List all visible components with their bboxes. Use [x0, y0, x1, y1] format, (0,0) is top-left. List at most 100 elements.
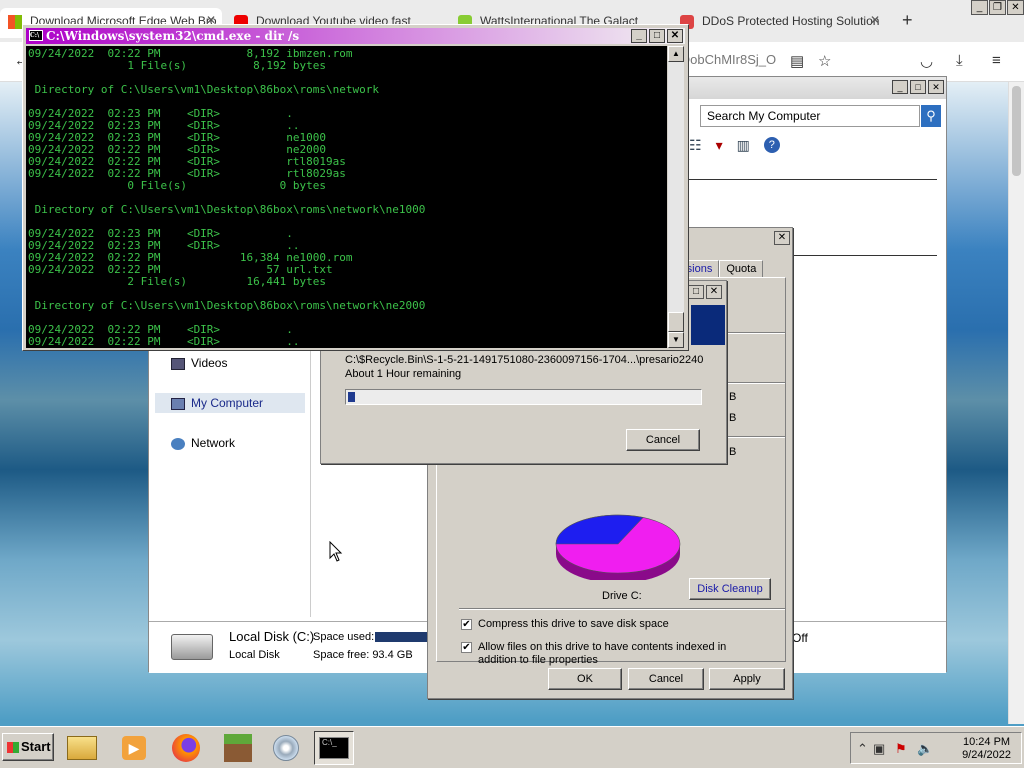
navigation-pane: Videos My Computer Network: [149, 347, 311, 617]
capacity-value: B: [729, 446, 737, 458]
url-field[interactable]: QobChMIr8Sj_O: [680, 52, 780, 67]
action-center-icon[interactable]: ⚑: [895, 741, 907, 757]
tab-label: DDoS Protected Hosting Solution: [702, 14, 880, 28]
taskbar-media-player[interactable]: ▶: [114, 731, 154, 765]
drive-label: Drive C:: [602, 590, 642, 602]
cmd-title: C:\Windows\system32\cmd.exe - dir /s: [46, 29, 300, 43]
network-icon[interactable]: ▣: [873, 741, 885, 757]
nav-item-my-computer[interactable]: My Computer: [155, 393, 305, 413]
divider: [687, 179, 937, 180]
cmd-console[interactable]: 09/24/2022 02:22 PM 8,192 ibmzen.rom 1 F…: [26, 46, 667, 348]
close-icon[interactable]: ✕: [870, 13, 880, 27]
minimize-icon[interactable]: _: [631, 29, 647, 43]
volume-icon[interactable]: 🔈: [917, 741, 933, 757]
clock[interactable]: 10:24 PM 9/24/2022: [962, 736, 1011, 762]
compress-label: Compress this drive to save disk space: [478, 618, 669, 630]
drive-type: Local Disk: [229, 649, 280, 661]
chevron-up-icon[interactable]: ⌃: [857, 741, 868, 757]
disk-cleanup-button[interactable]: Disk Cleanup: [689, 578, 771, 600]
start-label: Start: [21, 739, 51, 754]
videos-icon: [171, 357, 185, 370]
close-icon[interactable]: ✕: [774, 231, 790, 245]
close-icon[interactable]: ✕: [706, 285, 722, 299]
view-options-icon[interactable]: ☷: [689, 137, 702, 159]
windows-logo-icon: [8, 15, 22, 29]
scrollbar-thumb[interactable]: [668, 312, 684, 332]
taskbar-minecraft[interactable]: [218, 731, 258, 765]
cancel-copy-button[interactable]: Cancel: [626, 429, 700, 451]
close-icon[interactable]: ✕: [928, 80, 944, 94]
nav-item-network[interactable]: Network: [171, 436, 235, 450]
minimize-icon[interactable]: _: [892, 80, 908, 94]
cancel-button[interactable]: Cancel: [628, 668, 704, 690]
used-space-value: B: [729, 391, 737, 403]
details-value: Off: [792, 631, 808, 645]
checkmark-icon[interactable]: ✔: [461, 642, 472, 653]
cd-setup-icon: [273, 735, 299, 761]
maximize-icon[interactable]: ❐: [989, 0, 1006, 15]
maximize-icon[interactable]: □: [649, 29, 665, 43]
disk-usage-pie: [555, 514, 681, 580]
computer-icon: [171, 397, 185, 410]
taskbar-setup[interactable]: [266, 731, 306, 765]
maximize-icon[interactable]: □: [688, 285, 704, 299]
pocket-icon[interactable]: ◡: [920, 52, 933, 70]
download-icon[interactable]: ⤓: [956, 52, 963, 69]
clock-time: 10:24 PM: [962, 736, 1011, 748]
free-space-value: B: [729, 412, 737, 424]
scrollbar-thumb[interactable]: [1012, 86, 1021, 176]
windows-logo-icon: [7, 742, 19, 753]
taskbar-cmd[interactable]: C:\_: [314, 731, 354, 765]
start-button[interactable]: Start: [2, 733, 54, 761]
copy-path: C:\$Recycle.Bin\S-1-5-21-1491751080-2360…: [345, 354, 704, 366]
taskbar: Start ▶ C:\_ ⌃ ▣ ⚑ 🔈 10:24 PM 9/24/2022: [0, 726, 1024, 768]
index-label: Allow files on this drive to have conten…: [478, 641, 727, 666]
view-toolbar: ☷ ▾ ▥ ?: [689, 137, 780, 159]
close-icon[interactable]: ✕: [667, 29, 683, 43]
taskbar-firefox[interactable]: [166, 731, 206, 765]
system-tray: ⌃ ▣ ⚑ 🔈 10:24 PM 9/24/2022: [850, 732, 1022, 764]
preview-pane-icon[interactable]: ▥: [737, 137, 750, 159]
space-used-bar: [375, 632, 427, 642]
clock-date: 9/24/2022: [962, 749, 1011, 761]
checkmark-icon[interactable]: ✔: [461, 619, 472, 630]
cmd-scrollbar[interactable]: ▲ ▼: [668, 46, 684, 348]
folder-icon: [67, 736, 97, 760]
ok-button[interactable]: OK: [548, 668, 622, 690]
help-icon[interactable]: ?: [763, 137, 780, 153]
favorite-icon[interactable]: ☆: [818, 52, 831, 70]
space-free-label: Space free: 93.4 GB: [313, 649, 413, 661]
search-icon[interactable]: ⚲: [921, 105, 941, 127]
scroll-up-icon[interactable]: ▲: [668, 46, 684, 62]
reader-icon[interactable]: ▤: [790, 52, 804, 70]
index-checkbox[interactable]: ✔ Allow files on this drive to have cont…: [461, 641, 761, 667]
apply-button[interactable]: Apply: [709, 668, 785, 690]
firefox-icon: [172, 734, 200, 762]
chevron-down-icon[interactable]: ▾: [716, 137, 723, 159]
new-tab-button[interactable]: +: [890, 8, 930, 38]
browser-scrollbar[interactable]: [1008, 82, 1024, 724]
minecraft-icon: [224, 734, 252, 762]
nav-item-videos[interactable]: Videos: [171, 356, 227, 370]
divider: [459, 608, 785, 610]
maximize-icon[interactable]: □: [910, 80, 926, 94]
dialog-banner: [691, 305, 725, 345]
menu-icon[interactable]: ≡: [992, 52, 1001, 69]
compress-checkbox[interactable]: ✔ Compress this drive to save disk space: [461, 618, 761, 631]
local-disk-icon: [171, 634, 213, 660]
cmd-icon: C:\: [29, 30, 43, 41]
drive-name: Local Disk (C:): [229, 629, 315, 644]
properties-tabs: rsions Quota: [676, 260, 764, 277]
scroll-down-icon[interactable]: ▼: [668, 332, 684, 348]
browser-tab[interactable]: DDoS Protected Hosting Solution ✕: [672, 8, 886, 38]
cmd-titlebar: C:\ C:\Windows\system32\cmd.exe - dir /s…: [26, 28, 685, 44]
minimize-icon[interactable]: _: [971, 0, 988, 15]
network-icon: [171, 437, 185, 450]
nav-label: Videos: [191, 356, 228, 370]
cmd-icon: C:\_: [319, 737, 349, 759]
close-icon[interactable]: ✕: [1007, 0, 1024, 15]
taskbar-explorer[interactable]: [62, 731, 102, 765]
space-used-label: Space used:: [313, 631, 375, 643]
search-input[interactable]: Search My Computer: [700, 105, 920, 127]
tab-quota[interactable]: Quota: [719, 260, 764, 277]
